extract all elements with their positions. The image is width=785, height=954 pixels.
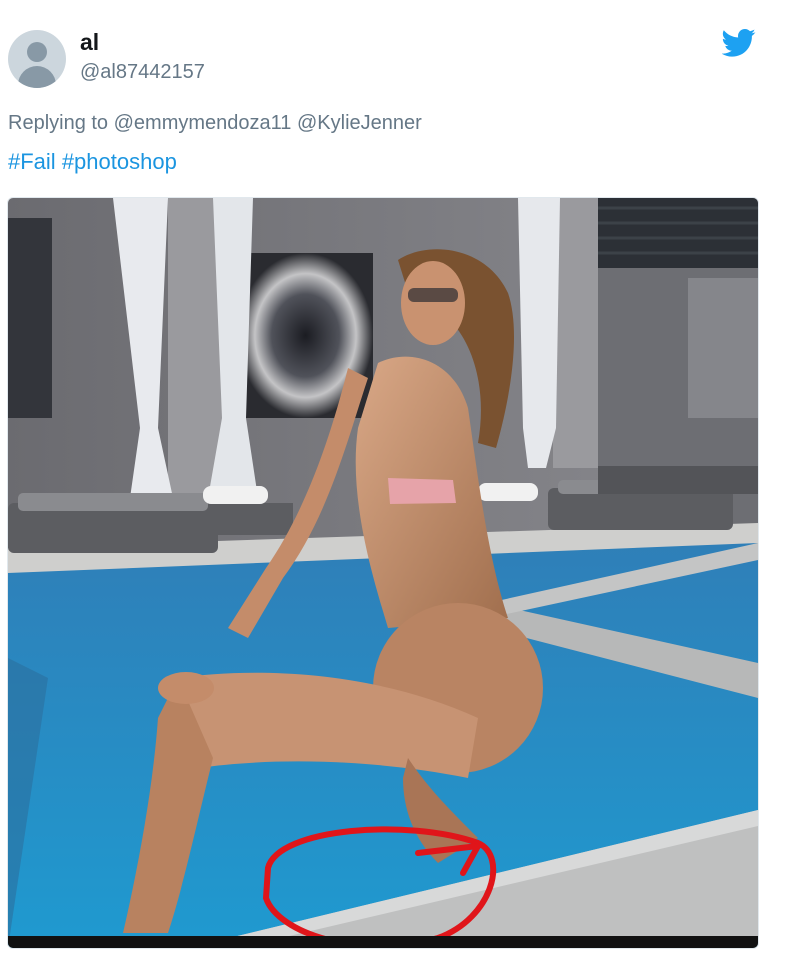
display-name[interactable]: al: [80, 29, 99, 56]
tweet-text: #Fail #photoshop: [8, 149, 177, 175]
avatar-body-shape: [18, 66, 56, 88]
hashtag-link[interactable]: #photoshop: [62, 149, 177, 174]
reply-prefix: Replying to: [8, 112, 109, 134]
twitter-bird-icon[interactable]: [722, 28, 756, 58]
pool-photo-illustration: [8, 198, 758, 948]
mention-link[interactable]: @KylieJenner: [297, 112, 422, 134]
tweet-photo[interactable]: [7, 197, 759, 949]
avatar-head-shape: [27, 42, 47, 62]
reply-context: Replying to @emmymendoza11 @KylieJenner: [8, 112, 422, 135]
mention-link[interactable]: @emmymendoza11: [114, 112, 292, 134]
avatar[interactable]: [8, 30, 66, 88]
hashtag-link[interactable]: #Fail: [8, 149, 56, 174]
user-handle[interactable]: @al87442157: [80, 61, 205, 84]
